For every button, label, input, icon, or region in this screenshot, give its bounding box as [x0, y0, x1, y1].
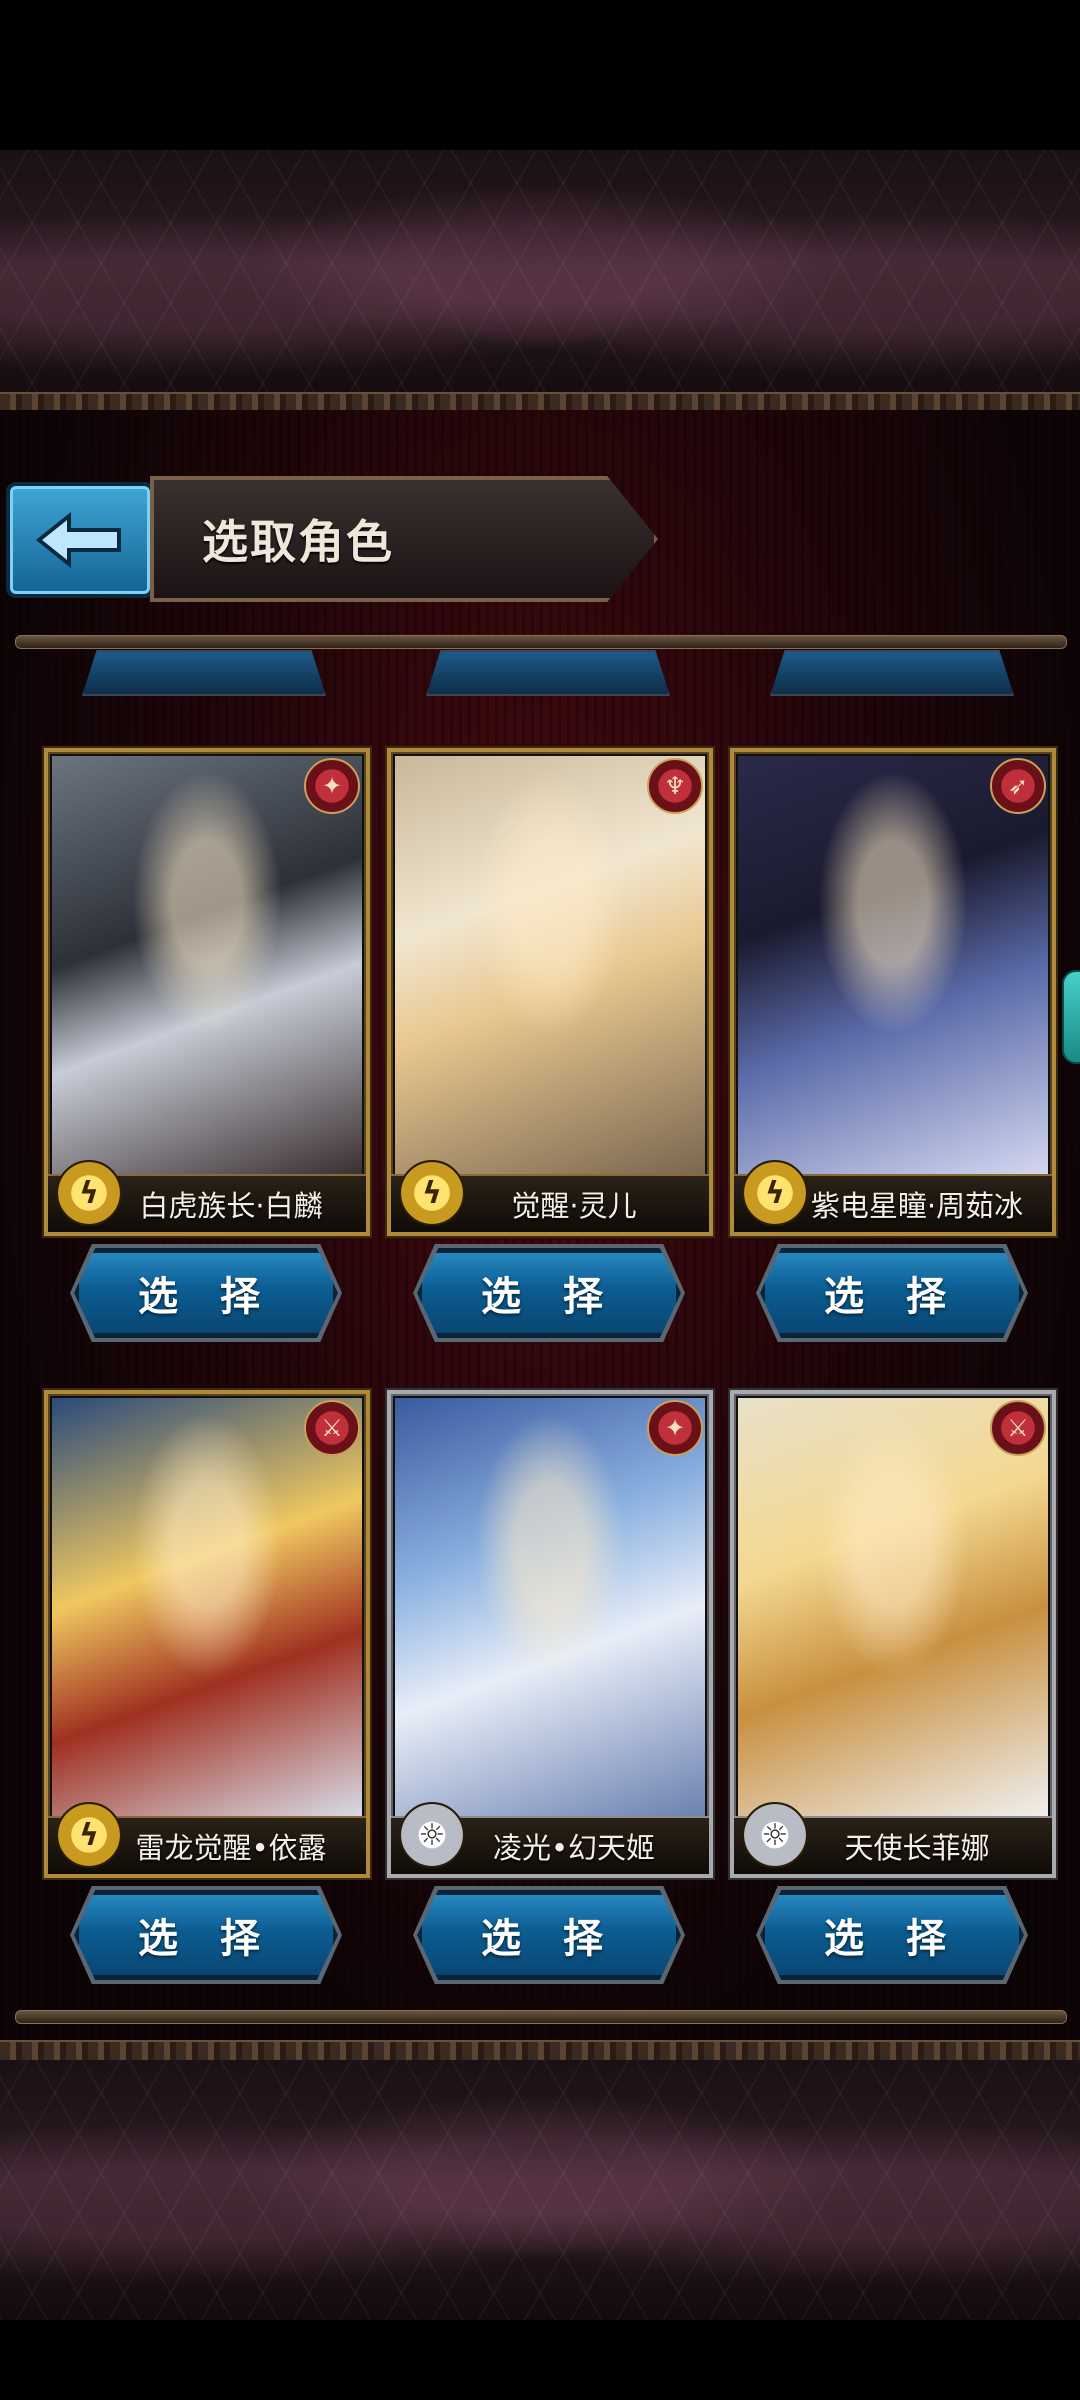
arrow-left-icon: [35, 511, 121, 569]
select-button[interactable]: 选 择: [417, 1248, 681, 1338]
character-art: [395, 1398, 705, 1818]
previous-row-button-stub: [770, 650, 1014, 696]
select-button-label: 选 择: [138, 1916, 274, 1962]
character-name: 天使长菲娜: [844, 1831, 990, 1865]
character-name: 白虎族长·白麟: [139, 1189, 323, 1223]
select-button[interactable]: 选 择: [74, 1890, 338, 1980]
character-card[interactable]: ➶ 紫电星瞳·周茹冰 ϟ: [730, 748, 1056, 1236]
character-name: 觉醒·灵儿: [511, 1189, 637, 1223]
previous-row-button-stub: [82, 650, 326, 696]
sword-icon: ⚔: [990, 1400, 1046, 1456]
character-card[interactable]: ✦ 白虎族长·白麟 ϟ: [44, 748, 370, 1236]
select-button-label: 选 择: [138, 1274, 274, 1320]
back-button[interactable]: [6, 482, 154, 598]
character-card[interactable]: ✦ 凌光•幻天姬 ☼: [387, 1390, 713, 1878]
sun-icon: ☼: [399, 1802, 465, 1868]
shuriken-icon: ✦: [647, 1400, 703, 1456]
select-button-label: 选 择: [824, 1274, 960, 1320]
select-button-label: 选 择: [481, 1274, 617, 1320]
previous-row-button-stub: [426, 650, 670, 696]
lightning-icon: ϟ: [56, 1160, 122, 1226]
bottom-ornament: [0, 2060, 1080, 2320]
character-card[interactable]: ♆ 觉醒·灵儿 ϟ: [387, 748, 713, 1236]
top-ornament: [0, 150, 1080, 410]
lightning-icon: ϟ: [399, 1160, 465, 1226]
sun-icon: ☼: [742, 1802, 808, 1868]
top-rail: [15, 635, 1067, 649]
sword-icon: ⚔: [304, 1400, 360, 1456]
character-art: [738, 756, 1048, 1176]
select-button-label: 选 择: [824, 1916, 960, 1962]
select-button[interactable]: 选 择: [760, 1890, 1024, 1980]
bow-icon: ➶: [990, 758, 1046, 814]
character-art: [52, 1398, 362, 1818]
flame-icon: ♆: [647, 758, 703, 814]
character-name: 凌光•幻天姬: [492, 1831, 656, 1865]
select-button[interactable]: 选 择: [760, 1248, 1024, 1338]
title-plate: 选取角色: [150, 476, 658, 602]
bottom-trim: [0, 2040, 1080, 2062]
bottom-rail: [15, 2010, 1067, 2024]
navigation-bar-area: [0, 2320, 1080, 2400]
shuriken-icon: ✦: [304, 758, 360, 814]
page-title: 选取角色: [202, 515, 394, 569]
lightning-icon: ϟ: [742, 1160, 808, 1226]
floating-side-tab[interactable]: [1062, 970, 1080, 1064]
status-bar-area: [0, 0, 1080, 150]
character-art: [738, 1398, 1048, 1818]
select-button-label: 选 择: [481, 1916, 617, 1962]
character-art: [52, 756, 362, 1176]
character-art: [395, 756, 705, 1176]
character-card[interactable]: ⚔ 雷龙觉醒•依露 ϟ: [44, 1390, 370, 1878]
select-button[interactable]: 选 择: [74, 1248, 338, 1338]
character-card[interactable]: ⚔ 天使长菲娜 ☼: [730, 1390, 1056, 1878]
lightning-icon: ϟ: [56, 1802, 122, 1868]
select-button[interactable]: 选 择: [417, 1890, 681, 1980]
character-name: 雷龙觉醒•依露: [135, 1831, 327, 1865]
